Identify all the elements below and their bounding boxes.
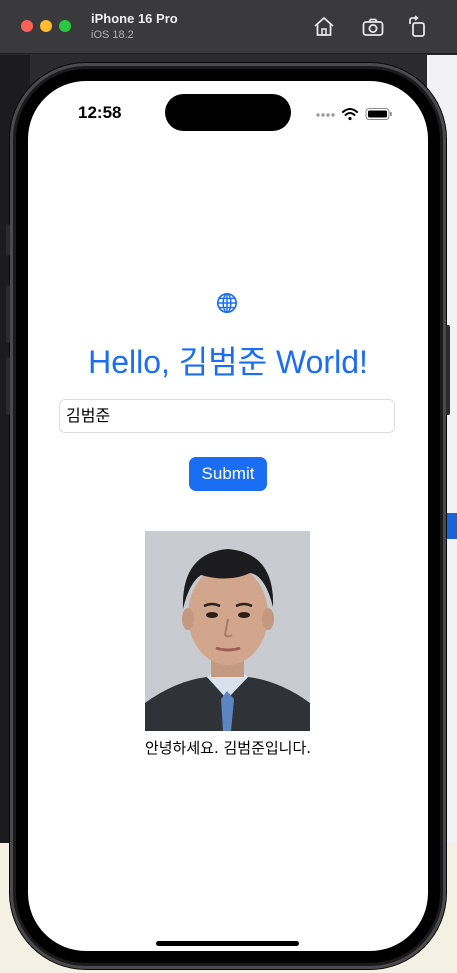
wifi-icon <box>342 108 358 116</box>
home-indicator[interactable] <box>156 941 299 946</box>
volume-down-button[interactable] <box>6 357 10 415</box>
close-window-button[interactable] <box>21 20 33 32</box>
phone-screen: 12:58 Hello, 김범준 World! 김범준 Submit 안녕하세요… <box>28 81 428 951</box>
side-power-button[interactable] <box>446 325 450 415</box>
os-version: iOS 18.2 <box>91 29 134 41</box>
greeting-text: 안녕하세요. 김범준입니다. <box>144 739 312 757</box>
name-input[interactable]: 김범준 <box>59 399 395 433</box>
wifi-dot <box>348 116 352 121</box>
minimize-window-button[interactable] <box>40 20 52 32</box>
dynamic-island <box>165 94 291 131</box>
rotate-icon[interactable] <box>406 15 430 39</box>
zoom-window-button[interactable] <box>59 20 71 32</box>
submit-button[interactable]: Submit <box>189 457 267 491</box>
home-icon[interactable] <box>312 15 336 39</box>
screenshot-camera-icon[interactable] <box>361 15 385 39</box>
simulator-titlebar: iPhone 16 Pro iOS 18.2 <box>0 0 457 54</box>
profile-photo <box>145 531 310 731</box>
volume-up-button[interactable] <box>6 285 10 343</box>
status-icons <box>316 108 392 121</box>
hello-heading: Hello, 김범준 World! <box>88 344 368 380</box>
globe-icon <box>217 293 237 313</box>
battery-icon <box>365 108 392 120</box>
profile-photo-illustration <box>145 531 310 731</box>
status-time: 12:58 <box>78 103 122 122</box>
signal-dots-icon <box>316 113 335 117</box>
action-button[interactable] <box>6 224 10 256</box>
device-name: iPhone 16 Pro <box>91 11 178 26</box>
